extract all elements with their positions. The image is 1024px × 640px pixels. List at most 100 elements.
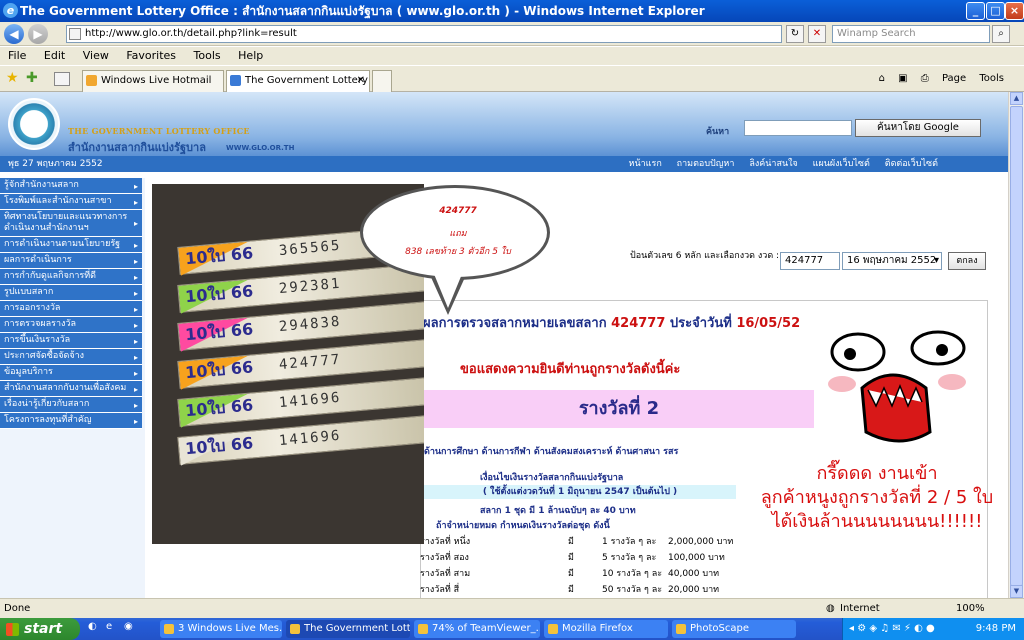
sidebar-item[interactable]: รู้จักสำนักงานสลาก ▸ bbox=[0, 178, 142, 194]
sidebar-item[interactable]: การกำกับดูแลกิจการที่ดี ▸ bbox=[0, 269, 142, 285]
tab-lottery[interactable]: The Government Lottery ... ✕ bbox=[226, 70, 370, 92]
print-icon[interactable]: ⎙ bbox=[921, 73, 929, 84]
forward-button[interactable]: ▶ bbox=[28, 24, 48, 44]
tab-hotmail[interactable]: Windows Live Hotmail bbox=[82, 70, 224, 92]
menu-edit[interactable]: Edit bbox=[44, 47, 65, 65]
back-button[interactable]: ◀ bbox=[4, 24, 24, 44]
prize-amount: 40,000 บาท bbox=[668, 569, 720, 579]
sidebar-item[interactable]: การออกรางวัล ▸ bbox=[0, 301, 142, 317]
search-input[interactable]: Winamp Search bbox=[832, 25, 990, 43]
search-icon[interactable]: ⌕ bbox=[992, 25, 1010, 43]
prize-units: 1 รางวัล ๆ ละ bbox=[602, 537, 657, 547]
ticket-number: 365565 bbox=[278, 237, 343, 260]
sidebar-item[interactable]: เรื่องน่ารู้เกี่ยวกับสลาก ▸ bbox=[0, 397, 142, 413]
tray-icons[interactable]: ◂ ⚙ ◈ ♫ ✉ ⚡ ◐ ● bbox=[849, 623, 935, 634]
menu-tools[interactable]: Tools bbox=[194, 47, 221, 65]
lottery-number-input[interactable]: 424777 bbox=[780, 252, 840, 270]
globe-icon: ◍ bbox=[826, 603, 835, 614]
sidebar-item[interactable]: ทิศทางนโยบายและแนวทางการดำเนินงานสำนักงา… bbox=[0, 210, 142, 237]
home-icon[interactable]: ⌂ bbox=[879, 73, 885, 84]
chevron-right-icon: ▸ bbox=[133, 384, 138, 394]
link-faq[interactable]: ถามตอบปัญหา bbox=[677, 159, 735, 169]
sidebar-item[interactable]: โครงการลงทุนที่สำคัญ ▸ bbox=[0, 413, 142, 429]
address-input[interactable]: http://www.glo.or.th/detail.php?link=res… bbox=[66, 25, 782, 43]
close-tab-icon[interactable]: ✕ bbox=[357, 71, 365, 91]
chevron-right-icon: ▸ bbox=[133, 197, 138, 207]
menu-favorites[interactable]: Favorites bbox=[126, 47, 176, 65]
sidebar-item[interactable]: ประกาศจัดซื้อจัดจ้าง ▸ bbox=[0, 349, 142, 365]
chevron-right-icon: ▸ bbox=[133, 181, 138, 191]
ticket-prefix: 10ใบ 66 bbox=[184, 357, 254, 383]
menu-help[interactable]: Help bbox=[238, 47, 263, 65]
draw-date-select[interactable]: 16 พฤษภาคม 2552 ▾ bbox=[842, 252, 942, 270]
scroll-thumb[interactable] bbox=[1010, 106, 1023, 586]
tools-menu[interactable]: Tools bbox=[979, 73, 1004, 84]
link-links[interactable]: ลิงค์น่าสนใจ bbox=[749, 159, 797, 169]
prize-amount: 2,000,000 บาท bbox=[668, 537, 734, 547]
taskbar-item[interactable]: The Government Lott... bbox=[286, 620, 410, 638]
sidebar-item[interactable]: การดำเนินงานตามนโยบายรัฐ ▸ bbox=[0, 237, 142, 253]
add-favorite-icon[interactable]: ✚ bbox=[26, 70, 38, 86]
ticket-prefix: 10ใบ 66 bbox=[184, 281, 254, 307]
taskbar-item[interactable]: Mozilla Firefox bbox=[544, 620, 668, 638]
sidebar-item[interactable]: การขึ้นเงินรางวัล ▸ bbox=[0, 333, 142, 349]
bubble-number: 424777 bbox=[439, 206, 477, 216]
site-subnav: พุธ 27 พฤษภาคม 2552 หน้าแรก ถามตอบปัญหา … bbox=[0, 156, 1008, 172]
google-search-button[interactable]: ค้นหาโดย Google bbox=[855, 119, 981, 137]
maximize-button[interactable]: □ bbox=[986, 2, 1005, 20]
zone-text: Internet bbox=[840, 603, 880, 614]
sidebar-item-label: การดำเนินงานตามนโยบายรัฐ bbox=[4, 239, 121, 249]
app-icon bbox=[164, 624, 174, 634]
sidebar-item-label: ข้อมูลบริการ bbox=[4, 367, 53, 377]
taskbar-item[interactable]: 3 Windows Live Mes... bbox=[160, 620, 282, 638]
chevron-right-icon: ▸ bbox=[133, 219, 138, 228]
site-date: พุธ 27 พฤษภาคม 2552 bbox=[8, 159, 103, 169]
sidebar-item-label: การออกรางวัล bbox=[4, 303, 61, 313]
close-button[interactable]: × bbox=[1005, 2, 1024, 20]
menu-view[interactable]: View bbox=[83, 47, 109, 65]
conditions-date: ( ใช้ตั้งแต่งวดวันที่ 1 มิถุนายน 2547 เป… bbox=[424, 485, 736, 499]
hotmail-icon bbox=[86, 75, 97, 86]
ie-quicklaunch-icon[interactable]: e bbox=[106, 621, 112, 632]
app-icon bbox=[290, 624, 300, 634]
new-tab-button[interactable] bbox=[372, 70, 392, 92]
prize-count: มี bbox=[568, 553, 574, 563]
sidebar-item[interactable]: ข้อมูลบริการ ▸ bbox=[0, 365, 142, 381]
stop-button[interactable]: ✕ bbox=[808, 25, 826, 43]
feeds-icon[interactable]: ▣ bbox=[898, 73, 907, 84]
clock: 9:48 PM bbox=[975, 623, 1016, 634]
sidebar-item[interactable]: โรงพิมพ์และสำนักงานสาขา ▸ bbox=[0, 194, 142, 210]
quick-tabs-icon[interactable] bbox=[54, 72, 70, 86]
sidebar-item-label: โครงการลงทุนที่สำคัญ bbox=[4, 415, 92, 425]
minimize-button[interactable]: _ bbox=[966, 2, 985, 20]
prize-name: รางวัลที่ หนึ่ง bbox=[420, 537, 471, 547]
site-search-input[interactable] bbox=[744, 120, 852, 136]
page-menu[interactable]: Page bbox=[942, 73, 966, 84]
firefox-quicklaunch-icon[interactable]: ◉ bbox=[124, 621, 133, 632]
address-bar-row: ◀ ▶ http://www.glo.or.th/detail.php?link… bbox=[0, 22, 1024, 46]
scroll-up-arrow[interactable]: ▲ bbox=[1010, 92, 1023, 105]
sidebar-item[interactable]: สำนักงานสลากกับงานเพื่อสังคม ▸ bbox=[0, 381, 142, 397]
quicklaunch-icon[interactable]: ◐ bbox=[88, 621, 97, 632]
link-home[interactable]: หน้าแรก bbox=[629, 159, 662, 169]
sidebar-item[interactable]: ผลการดำเนินการ ▸ bbox=[0, 253, 142, 269]
taskbar-item-label: The Government Lott... bbox=[304, 623, 410, 634]
menu-file[interactable]: File bbox=[8, 47, 26, 65]
sidebar-item[interactable]: รูปแบบสลาก ▸ bbox=[0, 285, 142, 301]
vertical-scrollbar[interactable]: ▲ ▼ bbox=[1008, 92, 1024, 598]
refresh-button[interactable]: ↻ bbox=[786, 25, 804, 43]
sidebar-item[interactable]: การตรวจผลรางวัล ▸ bbox=[0, 317, 142, 333]
app-icon bbox=[676, 624, 686, 634]
chevron-right-icon: ▸ bbox=[133, 352, 138, 362]
start-button[interactable]: start bbox=[0, 618, 80, 640]
link-sitemap[interactable]: แผนผังเว็บไซต์ bbox=[813, 159, 870, 169]
taskbar-item[interactable]: PhotoScape bbox=[672, 620, 796, 638]
window-title: The Government Lottery Office : สำนักงาน… bbox=[20, 4, 705, 18]
link-contact[interactable]: ติดต่อเว็บไซต์ bbox=[885, 159, 938, 169]
submit-button[interactable]: ตกลง bbox=[948, 252, 986, 270]
favorites-star-icon[interactable]: ★ bbox=[6, 70, 19, 86]
taskbar-item[interactable]: 74% of TeamViewer_... bbox=[414, 620, 540, 638]
scroll-down-arrow[interactable]: ▼ bbox=[1010, 585, 1023, 598]
zoom-level[interactable]: 100% bbox=[956, 599, 985, 619]
ticket-prefix: 10ใบ 66 bbox=[184, 243, 254, 269]
